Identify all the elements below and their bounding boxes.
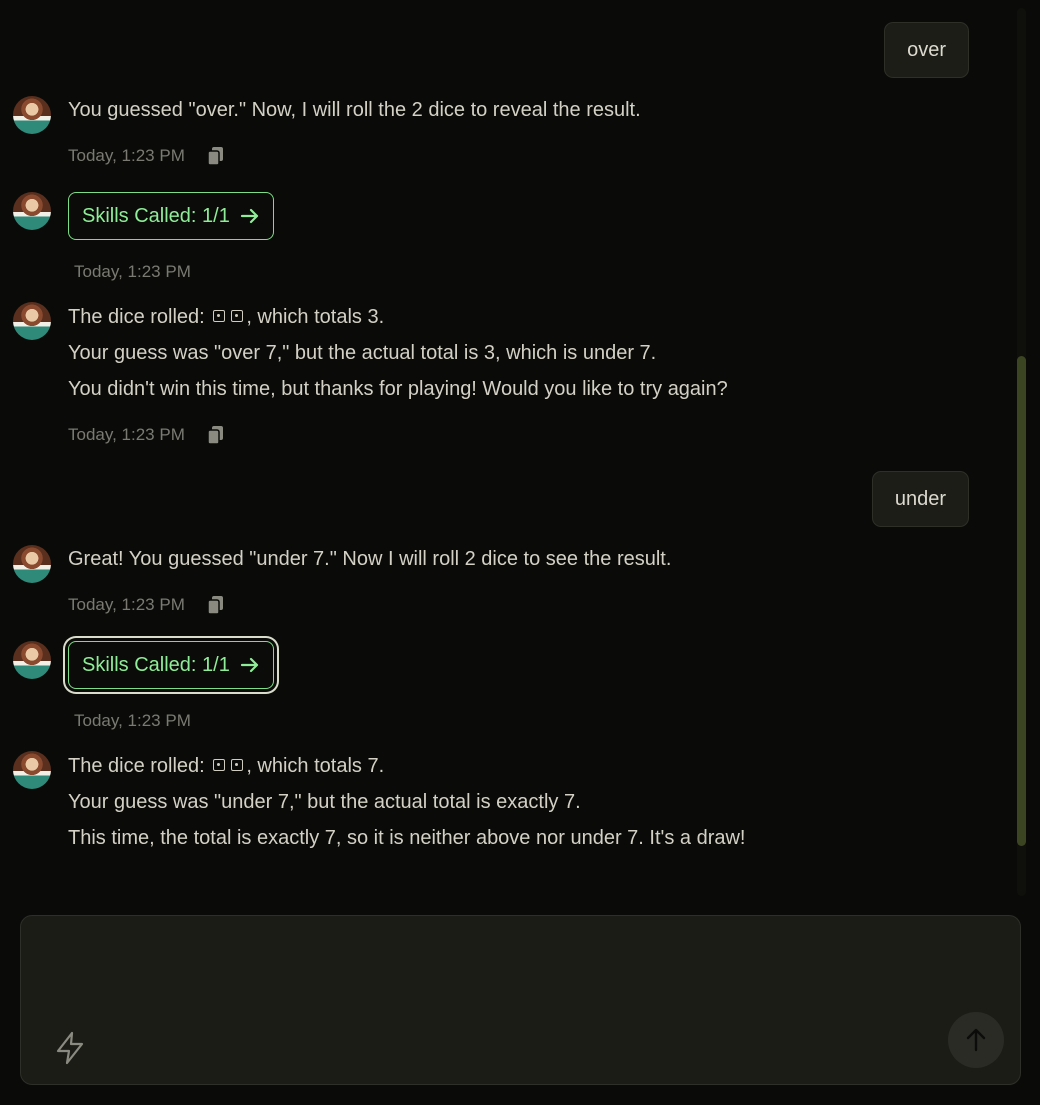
skills-called-label: Skills Called: 1/1 <box>82 204 230 227</box>
timestamp: Today, 1:23 PM <box>68 146 185 165</box>
user-message-text: over <box>907 38 946 61</box>
bot-message-line: Your guess was "under 7," but the actual… <box>68 791 581 813</box>
bot-avatar <box>13 96 51 134</box>
copy-icon[interactable] <box>207 425 225 445</box>
arrow-right-icon <box>240 655 260 675</box>
timestamp: Today, 1:23 PM <box>68 595 185 614</box>
message-meta: Today, 1:23 PM <box>68 425 225 445</box>
timestamp: Today, 1:23 PM <box>74 711 191 730</box>
dice-icon <box>231 309 244 322</box>
user-message: under <box>871 471 969 527</box>
user-message: over <box>884 22 969 78</box>
skills-called-label: Skills Called: 1/1 <box>82 653 230 676</box>
bot-message-text: You guessed "over." Now, I will roll the… <box>68 99 641 121</box>
dice-icon <box>231 758 244 771</box>
bot-avatar <box>13 192 51 230</box>
user-message-text: under <box>894 487 946 510</box>
message-input[interactable] <box>41 934 941 1024</box>
chat-app: over You guessed "over." Now, I will rol… <box>0 0 1040 1105</box>
message-composer <box>20 915 1021 1085</box>
copy-icon[interactable] <box>207 146 225 166</box>
bot-message-line: You didn't win this time, but thanks for… <box>68 378 728 400</box>
timestamp: Today, 1:23 PM <box>74 262 191 281</box>
bot-avatar <box>13 545 51 583</box>
message-meta: Today, 1:23 PM <box>74 711 191 731</box>
bot-message-line: The dice rolled: , which totals 7. <box>68 755 385 777</box>
bot-message-line: This time, the total is exactly 7, so it… <box>68 827 746 849</box>
bot-avatar <box>13 751 51 789</box>
copy-icon[interactable] <box>207 595 225 615</box>
bot-avatar <box>13 302 51 340</box>
scrollbar-thumb[interactable] <box>1017 356 1026 846</box>
arrow-right-icon <box>240 206 260 226</box>
message-meta: Today, 1:23 PM <box>74 262 191 282</box>
send-button[interactable] <box>948 1012 1004 1068</box>
message-meta: Today, 1:23 PM <box>68 146 225 166</box>
lightning-bolt-icon[interactable] <box>53 1030 87 1066</box>
bot-message-line: The dice rolled: , which totals 3. <box>68 306 385 328</box>
arrow-up-icon <box>966 1028 986 1052</box>
skills-called-button[interactable]: Skills Called: 1/1 <box>68 641 274 689</box>
dice-icon <box>213 758 226 771</box>
chat-thread[interactable]: over You guessed "over." Now, I will rol… <box>0 0 1015 900</box>
bot-message-line: Your guess was "over 7," but the actual … <box>68 342 657 364</box>
bot-message-text: The dice rolled: , which totals 3. Your … <box>68 299 828 407</box>
bot-avatar <box>13 641 51 679</box>
bot-message-text: Great! You guessed "under 7." Now I will… <box>68 548 672 570</box>
skills-called-button[interactable]: Skills Called: 1/1 <box>68 192 274 240</box>
timestamp: Today, 1:23 PM <box>68 425 185 444</box>
bot-message-text: The dice rolled: , which totals 7. Your … <box>68 748 788 853</box>
message-meta: Today, 1:23 PM <box>68 595 225 615</box>
dice-icon <box>213 309 226 322</box>
